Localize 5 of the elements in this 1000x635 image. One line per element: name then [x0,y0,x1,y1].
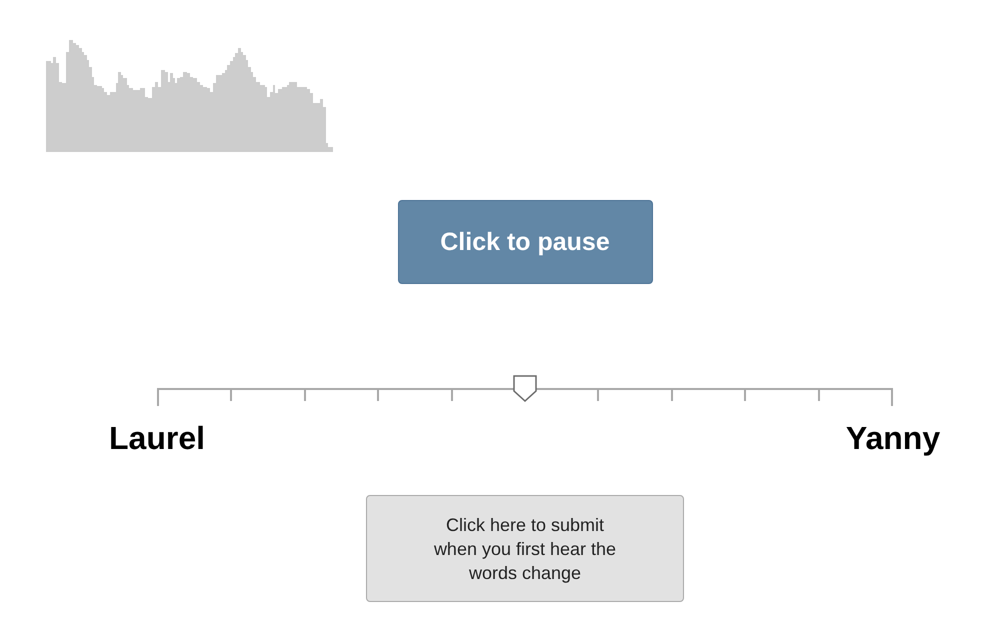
pause-button[interactable]: Click to pause [398,200,652,284]
slider-label: Laurel [108,420,206,457]
slider-thumb[interactable] [513,375,537,402]
slider-label: Yanny [844,420,942,457]
submit-button[interactable]: Click here to submit when you first hear the words change [366,495,684,602]
